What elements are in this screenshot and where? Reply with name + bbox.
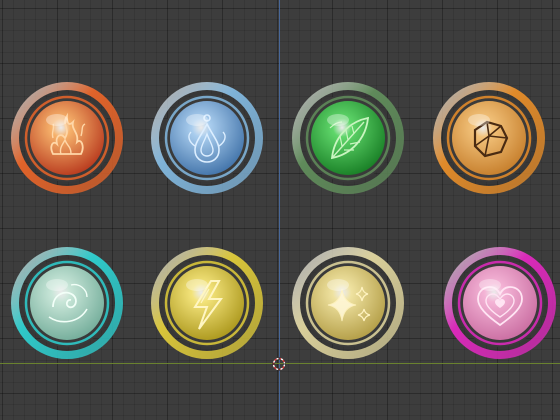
badge-graphic — [151, 82, 263, 194]
badge-graphic — [11, 82, 123, 194]
love-element-badge[interactable] — [442, 245, 558, 361]
3d-cursor-icon[interactable] — [272, 357, 286, 371]
badge-graphic — [151, 247, 263, 359]
badge-graphic — [292, 82, 404, 194]
fire-element-badge[interactable] — [9, 80, 125, 196]
earth-element-badge[interactable] — [431, 80, 547, 196]
badge-graphic — [292, 247, 404, 359]
water-element-badge[interactable] — [149, 80, 265, 196]
light-element-badge[interactable] — [290, 245, 406, 361]
nature-element-badge[interactable] — [290, 80, 406, 196]
lightning-element-badge[interactable] — [149, 245, 265, 361]
3d-viewport[interactable] — [0, 0, 560, 420]
badge-graphic — [433, 82, 545, 194]
wind-element-badge[interactable] — [9, 245, 125, 361]
badge-graphic — [444, 247, 556, 359]
badge-graphic — [11, 247, 123, 359]
